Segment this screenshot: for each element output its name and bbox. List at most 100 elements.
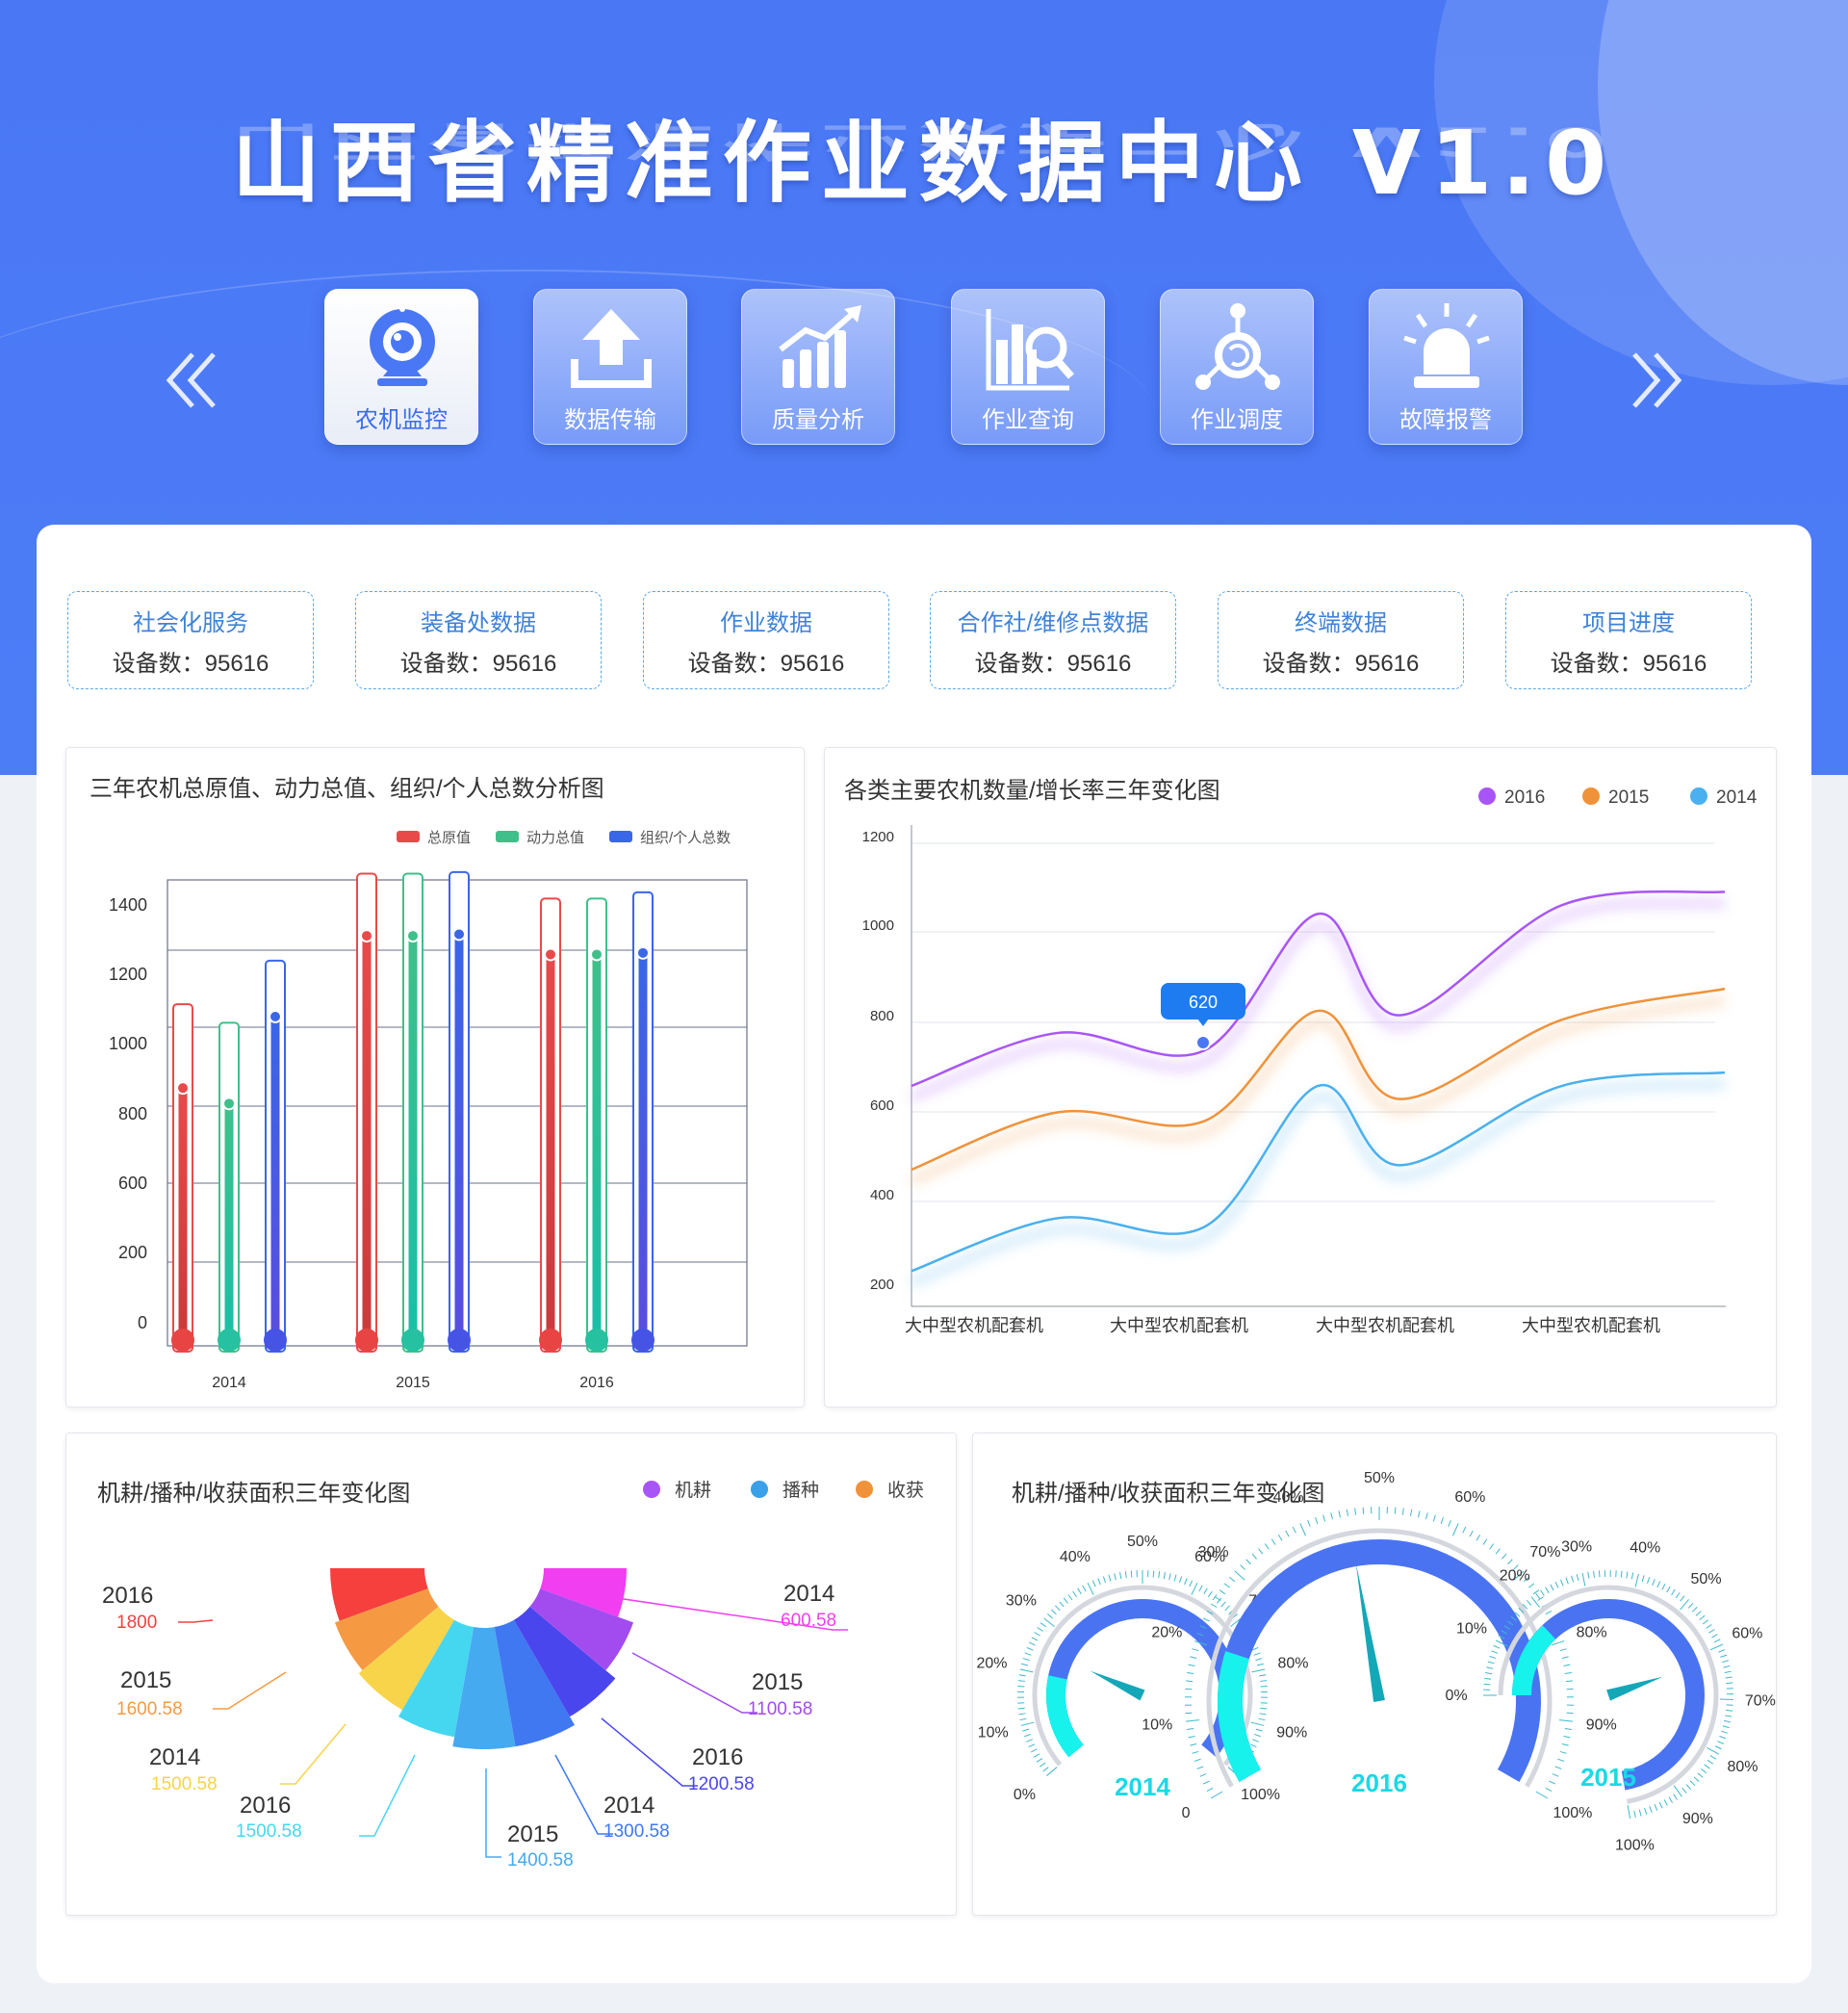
gauge-tick bbox=[1220, 1601, 1226, 1608]
gauge-tick-label: 30% bbox=[1198, 1544, 1229, 1561]
gauge-tick bbox=[1260, 1707, 1268, 1710]
gauge-label: 2014 bbox=[1115, 1772, 1170, 1801]
nav-item-label: 故障报警 bbox=[1399, 407, 1492, 433]
gauge-tick bbox=[1725, 1676, 1732, 1679]
gauge-tick bbox=[1489, 1655, 1497, 1660]
gauge-tick bbox=[1059, 1601, 1065, 1608]
gauge-tick bbox=[1646, 1577, 1651, 1585]
gauge-tick bbox=[1040, 1622, 1047, 1628]
alarm-light-icon bbox=[1403, 303, 1490, 388]
x-tick-label: 2014 bbox=[212, 1375, 246, 1391]
gauge-tick bbox=[1192, 1750, 1199, 1754]
bar-bulb bbox=[355, 1329, 378, 1352]
gauge-tick bbox=[1723, 1665, 1731, 1668]
gauge-tick bbox=[1507, 1559, 1513, 1565]
gauge-tick bbox=[1019, 1668, 1034, 1673]
label-leader bbox=[178, 1619, 214, 1623]
stat-value: 设备数：95616 bbox=[687, 651, 845, 677]
stat-card[interactable]: 装备处数据 设备数：95616 bbox=[355, 591, 602, 689]
gauge-tick-label: 60% bbox=[1732, 1626, 1762, 1642]
gauge-tick bbox=[1307, 1520, 1311, 1527]
gauge-tick bbox=[1196, 1766, 1204, 1769]
label-leader bbox=[359, 1754, 416, 1837]
gauge-tick bbox=[1199, 1773, 1207, 1777]
gauge-tick bbox=[1108, 1574, 1112, 1582]
gauge-tick bbox=[1535, 1592, 1541, 1600]
nav-item-label: 作业查询 bbox=[982, 407, 1074, 433]
slice-value-label: 1100.58 bbox=[748, 1699, 812, 1719]
slice-year-label: 2015 bbox=[507, 1821, 558, 1847]
gauge-tick bbox=[1394, 1507, 1397, 1514]
label-leader bbox=[280, 1723, 346, 1785]
gauge-tick bbox=[1545, 1610, 1553, 1615]
gauge-tick bbox=[1114, 1573, 1116, 1581]
gauge-tick bbox=[1192, 1648, 1199, 1652]
gauge-tick-label: 0% bbox=[1014, 1787, 1036, 1803]
slice-value-label: 600.58 bbox=[781, 1611, 836, 1631]
stat-card[interactable]: 作业数据 设备数：95616 bbox=[643, 591, 889, 689]
gauge-needle bbox=[1090, 1670, 1145, 1701]
gauge-tick bbox=[1491, 1650, 1499, 1654]
webcam-icon bbox=[370, 306, 435, 386]
gauge-tick bbox=[1565, 1680, 1573, 1683]
stat-card[interactable]: 合作社/维修点数据 设备数：95616 bbox=[930, 591, 1176, 689]
bar-bulb bbox=[539, 1329, 562, 1352]
gauge-tick-label: 100% bbox=[1553, 1805, 1592, 1821]
x-tick-label: 大中型农机配套机 bbox=[905, 1316, 1043, 1335]
gauge-tick bbox=[1633, 1810, 1636, 1818]
gauge-tick bbox=[1252, 1739, 1259, 1742]
slice-year-label: 2016 bbox=[692, 1744, 743, 1770]
nav-item-quality[interactable]: 质量分析 bbox=[741, 289, 895, 445]
gauge-tick bbox=[1709, 1643, 1723, 1651]
gauge-tick bbox=[1549, 1780, 1555, 1785]
gauge-tick bbox=[1671, 1588, 1676, 1596]
gauge-tick bbox=[1673, 1785, 1682, 1797]
gauge-tick bbox=[1724, 1670, 1732, 1674]
gauge-tick bbox=[1194, 1758, 1201, 1762]
bar-marker bbox=[360, 929, 373, 943]
slice-year-label: 2014 bbox=[149, 1744, 200, 1770]
gauge-tick bbox=[1432, 1514, 1436, 1522]
stat-card[interactable]: 社会化服务 设备数：95616 bbox=[67, 591, 314, 689]
gauge-tick-label: 70% bbox=[1745, 1693, 1776, 1710]
nav-item-query[interactable]: 作业查询 bbox=[951, 289, 1105, 445]
gauge-tick bbox=[1702, 1619, 1709, 1625]
gauge-tick bbox=[1240, 1564, 1246, 1570]
gauge-tick bbox=[1130, 1570, 1133, 1578]
stat-value: 设备数：95616 bbox=[1550, 651, 1707, 677]
gauge-tick bbox=[1493, 1644, 1501, 1649]
gauge-tick bbox=[1173, 1574, 1177, 1582]
gauge-tick bbox=[1036, 1758, 1043, 1763]
gauge-tick-label: 30% bbox=[1006, 1592, 1037, 1609]
slice-year-label: 2016 bbox=[240, 1793, 291, 1819]
gauge-tick bbox=[1187, 1727, 1194, 1731]
gauge-tick bbox=[1191, 1582, 1198, 1595]
gauge-tick-label: 90% bbox=[1586, 1716, 1617, 1733]
gauge-tick-label: 0% bbox=[1445, 1688, 1467, 1704]
gauge-tick bbox=[1017, 1707, 1025, 1710]
gauge-tick bbox=[1018, 1674, 1026, 1677]
gauge-tick bbox=[1026, 1739, 1033, 1742]
y-tick-label: 200 bbox=[118, 1243, 147, 1262]
gauge-tick bbox=[1251, 1553, 1257, 1560]
gauge-tick bbox=[1251, 1668, 1266, 1673]
gauge-tick bbox=[1285, 1530, 1290, 1537]
nav-item-alarm[interactable]: 故障报警 bbox=[1369, 289, 1523, 445]
nav-item-monitor[interactable]: 农机监控 bbox=[324, 289, 478, 445]
y-tick-label: 800 bbox=[870, 1008, 894, 1024]
gauge-tick bbox=[1097, 1578, 1101, 1586]
gauge-tick bbox=[1033, 1753, 1040, 1758]
nav-item-transfer[interactable]: 数据传输 bbox=[533, 289, 687, 445]
bar-bulb bbox=[401, 1329, 424, 1352]
gauge-tick bbox=[1223, 1583, 1230, 1588]
gauge-tick bbox=[1644, 1807, 1648, 1815]
stat-card[interactable]: 项目进度 设备数：95616 bbox=[1505, 591, 1752, 689]
bar-marker bbox=[222, 1097, 236, 1111]
gauge-tick bbox=[1564, 1671, 1572, 1675]
bar-marker bbox=[590, 947, 603, 962]
nav-item-dispatch[interactable]: 作业调度 bbox=[1160, 289, 1314, 445]
gauge-tick bbox=[1654, 1804, 1658, 1811]
gauge-tick bbox=[1250, 1721, 1265, 1726]
legend-swatch bbox=[609, 831, 632, 842]
stat-card[interactable]: 终端数据 设备数：95616 bbox=[1218, 591, 1464, 689]
